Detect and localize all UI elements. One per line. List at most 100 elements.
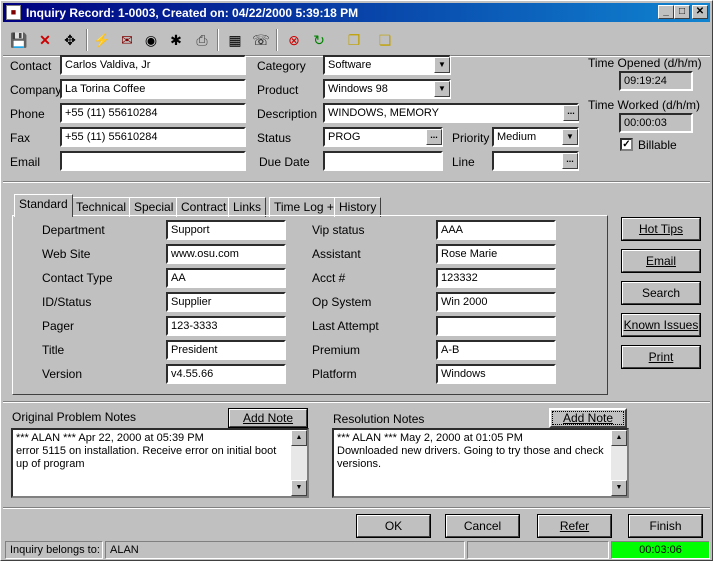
tab-time-log[interactable]: Time Log + (269, 197, 339, 217)
paste-icon[interactable]: ❏ (374, 29, 396, 51)
header-divider (3, 181, 710, 183)
bug-icon[interactable]: ✱ (165, 29, 187, 51)
original-notes-line: error 5115 on installation. Receive erro… (16, 445, 277, 470)
toolbar-separator (86, 29, 88, 51)
original-add-note-button[interactable]: Add Note (228, 408, 308, 428)
status-ellipsis-button[interactable]: ... (426, 129, 442, 145)
scroll-down-icon[interactable]: ▼ (291, 480, 307, 496)
cancel-button[interactable]: Cancel (445, 514, 520, 538)
copy-icon[interactable]: ❐ (343, 29, 365, 51)
footer-divider (3, 507, 710, 509)
email-button[interactable]: Email (621, 249, 701, 273)
original-notes-textarea[interactable]: *** ALAN *** Apr 22, 2000 at 05:39 PM er… (11, 428, 309, 498)
premium-label: Premium (312, 343, 361, 357)
resolution-notes-label: Resolution Notes (333, 412, 425, 426)
title-field[interactable]: President (166, 340, 286, 360)
save-icon[interactable]: 💾 (8, 29, 30, 51)
print-icon[interactable]: ⎙ (191, 29, 213, 51)
scroll-down-icon[interactable]: ▼ (611, 480, 627, 496)
product-select[interactable]: Windows 98 (323, 79, 451, 99)
known-issues-button[interactable]: Known Issues (621, 313, 701, 337)
resolution-notes-textarea[interactable]: *** ALAN *** May 2, 2000 at 01:05 PM Dow… (332, 428, 629, 498)
search-button-label: Search (641, 286, 681, 300)
id-status-field[interactable]: Supplier (166, 292, 286, 312)
minimize-button[interactable]: _ (658, 5, 674, 19)
description-field[interactable]: WINDOWS, MEMORY (323, 103, 579, 123)
contact-type-label: Contact Type (42, 271, 113, 285)
category-dropdown-icon[interactable]: ▼ (434, 57, 450, 73)
tab-technical[interactable]: Technical (71, 197, 132, 217)
last-attempt-field[interactable] (436, 316, 556, 336)
acct-field[interactable]: 123332 (436, 268, 556, 288)
last-attempt-label: Last Attempt (312, 319, 379, 333)
contact-type-field[interactable]: AA (166, 268, 286, 288)
tab-history[interactable]: History (334, 197, 382, 217)
email-icon[interactable]: ✉ (116, 29, 138, 51)
tab-standard[interactable]: Standard (14, 194, 73, 217)
scroll-up-icon[interactable]: ▲ (291, 430, 307, 446)
premium-field[interactable]: A-B (436, 340, 556, 360)
toolbar-separator (217, 29, 219, 51)
print-button[interactable]: Print (621, 345, 701, 369)
alarm-icon[interactable]: ⊗ (283, 29, 305, 51)
duedate-field[interactable] (323, 151, 443, 171)
cancel-button-label: Cancel (463, 519, 502, 533)
billable-checkbox[interactable]: ✓ (620, 138, 633, 151)
assistant-field[interactable]: Rose Marie (436, 244, 556, 264)
priority-dropdown-icon[interactable]: ▼ (562, 129, 578, 145)
phone-label: Phone (10, 107, 45, 121)
website-label: Web Site (42, 247, 91, 261)
department-field[interactable]: Support (166, 220, 286, 240)
hot-tips-button[interactable]: Hot Tips (621, 217, 701, 241)
description-label: Description (257, 107, 318, 121)
phone-icon[interactable]: ☏ (250, 29, 272, 51)
contact-field[interactable]: Carlos Valdiva, Jr (60, 55, 246, 75)
status-field[interactable]: PROG (323, 127, 443, 147)
company-field[interactable]: La Torina Coffee (60, 79, 246, 99)
resolution-add-note-button[interactable]: Add Note (549, 408, 627, 428)
resolution-notes-line: Downloaded new drivers. Going to try tho… (337, 445, 604, 470)
tab-links[interactable]: Links (228, 197, 267, 217)
op-system-field[interactable]: Win 2000 (436, 292, 556, 312)
platform-field[interactable]: Windows (436, 364, 556, 384)
category-select[interactable]: Software (323, 55, 451, 75)
window-title: Inquiry Record: 1-0003, Created on: 04/2… (26, 6, 359, 20)
scroll-up-icon[interactable]: ▲ (611, 430, 627, 446)
original-notes-scrollbar[interactable]: ▲ ▼ (291, 430, 307, 496)
fax-field[interactable]: +55 (11) 55610284 (60, 127, 246, 147)
email-field[interactable] (60, 151, 246, 171)
resolution-notes-scrollbar[interactable]: ▲ ▼ (611, 430, 627, 496)
navigate-icon[interactable]: ✥ (59, 29, 81, 51)
title-label: Title (42, 343, 65, 357)
time-opened-label: Time Opened (d/h/m) (588, 56, 702, 70)
lightning-icon[interactable]: ⚡ (91, 29, 113, 51)
phone-field[interactable]: +55 (11) 55610284 (60, 103, 246, 123)
finish-button[interactable]: Finish (628, 514, 703, 538)
maximize-button[interactable]: □ (674, 5, 690, 19)
calculator-icon[interactable]: ▦ (224, 29, 246, 51)
tab-contract[interactable]: Contract (176, 197, 232, 217)
delete-icon[interactable]: ✕ (34, 29, 56, 51)
print-button-label: Print (648, 350, 674, 364)
search-button[interactable]: Search (621, 281, 701, 305)
version-field[interactable]: v4.55.66 (166, 364, 286, 384)
refresh-icon[interactable]: ↻ (308, 29, 330, 51)
close-button[interactable]: ✕ (692, 5, 708, 19)
website-field[interactable]: www.osu.com (166, 244, 286, 264)
vip-status-field[interactable]: AAA (436, 220, 556, 240)
ok-button[interactable]: OK (356, 514, 431, 538)
refer-button[interactable]: Refer (537, 514, 612, 538)
binoculars-icon[interactable]: ◉ (140, 29, 162, 51)
app-icon: ■ (6, 5, 21, 20)
department-label: Department (42, 223, 105, 237)
title-bar[interactable]: ■ Inquiry Record: 1-0003, Created on: 04… (3, 3, 710, 22)
product-dropdown-icon[interactable]: ▼ (434, 81, 450, 97)
tab-special[interactable]: Special (129, 197, 179, 217)
description-ellipsis-button[interactable]: ... (563, 105, 579, 121)
status-timer: 00:03:06 (611, 541, 710, 559)
line-ellipsis-button[interactable]: ... (562, 153, 578, 169)
pager-label: Pager (42, 319, 75, 333)
resolution-add-note-label: Add Note (562, 411, 614, 425)
pager-field[interactable]: 123-3333 (166, 316, 286, 336)
assistant-label: Assistant (312, 247, 361, 261)
